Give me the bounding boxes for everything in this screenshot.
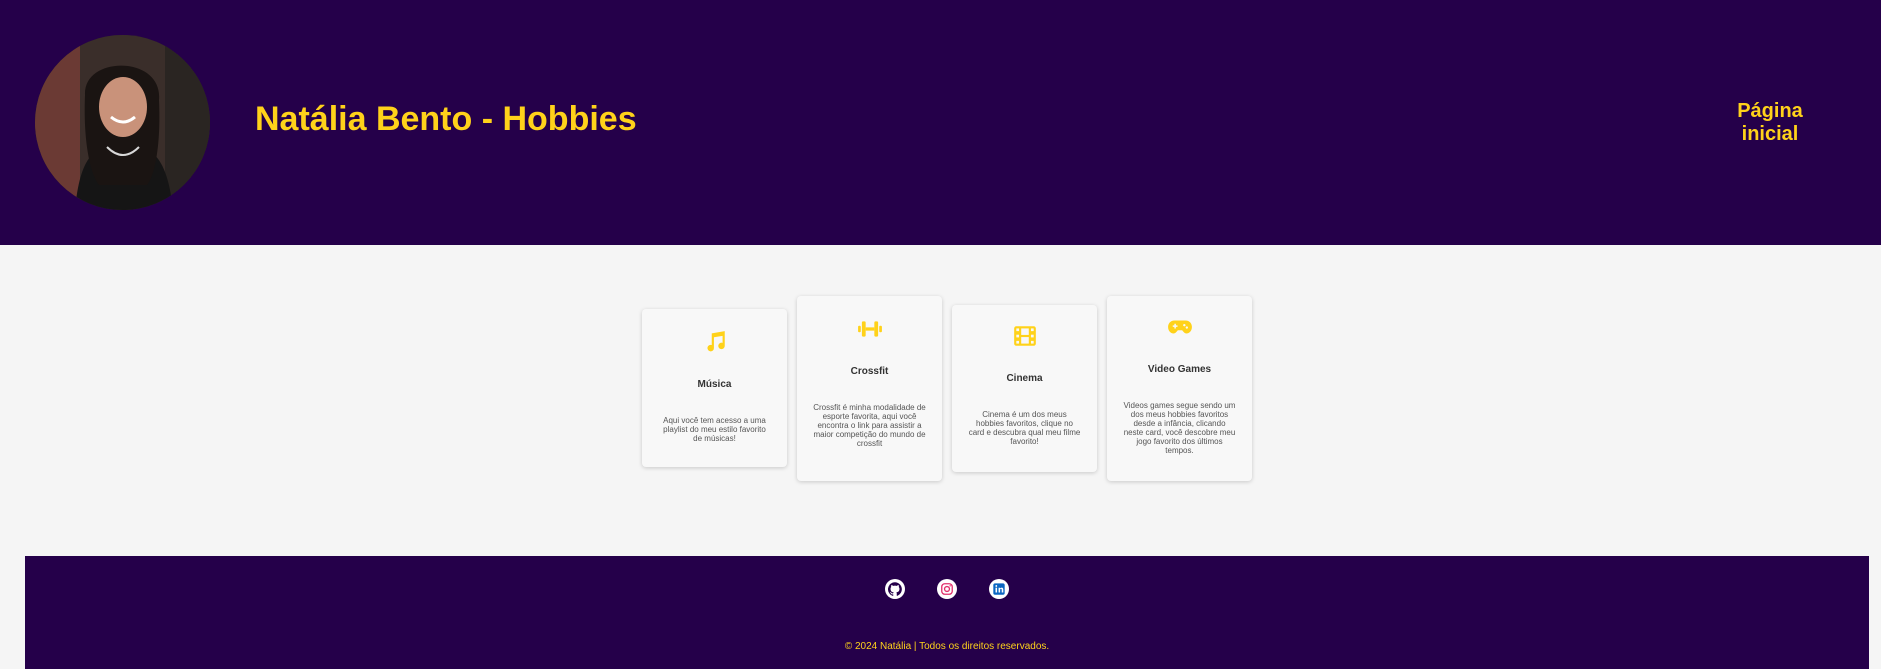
copyright-text: © 2024 Natália | Todos os direitos reser… xyxy=(844,641,1050,652)
card-title: Cinema xyxy=(1006,373,1043,384)
github-icon xyxy=(888,582,902,596)
avatar xyxy=(35,35,210,210)
card-text: Cinema é um dos meus hobbies favoritos, … xyxy=(968,410,1081,446)
music-note-icon xyxy=(706,331,725,352)
card-musica[interactable]: Música Aqui você tem acesso a uma playli… xyxy=(642,309,787,467)
gamepad-icon xyxy=(1167,320,1192,334)
card-text: Videos games segue sendo um dos meus hob… xyxy=(1123,401,1236,455)
card-text: Crossfit é minha modalidade de esporte f… xyxy=(813,403,926,448)
page-header: Natália Bento - Hobbies Página inicial xyxy=(0,0,1881,245)
dumbbell-icon xyxy=(857,321,882,337)
card-cinema[interactable]: Cinema Cinema é um dos meus hobbies favo… xyxy=(952,305,1097,472)
card-title: Video Games xyxy=(1147,364,1212,375)
linkedin-link[interactable] xyxy=(989,579,1009,599)
home-nav-link[interactable]: Página inicial xyxy=(1710,100,1830,146)
film-icon xyxy=(1013,326,1036,346)
card-title: Crossfit xyxy=(850,366,889,377)
card-text: Aqui você tem acesso a uma playlist do m… xyxy=(663,416,766,443)
instagram-icon xyxy=(941,583,953,595)
page-footer: © 2024 Natália | Todos os direitos reser… xyxy=(25,556,1869,669)
card-title: Música xyxy=(697,379,732,390)
profile-photo xyxy=(35,35,210,210)
github-link[interactable] xyxy=(885,579,905,599)
instagram-link[interactable] xyxy=(937,579,957,599)
page-title: Natália Bento - Hobbies xyxy=(255,100,637,138)
card-crossfit[interactable]: Crossfit Crossfit é minha modalidade de … xyxy=(797,296,942,481)
card-video-games[interactable]: Video Games Videos games segue sendo um … xyxy=(1107,296,1252,481)
linkedin-icon xyxy=(993,583,1005,595)
